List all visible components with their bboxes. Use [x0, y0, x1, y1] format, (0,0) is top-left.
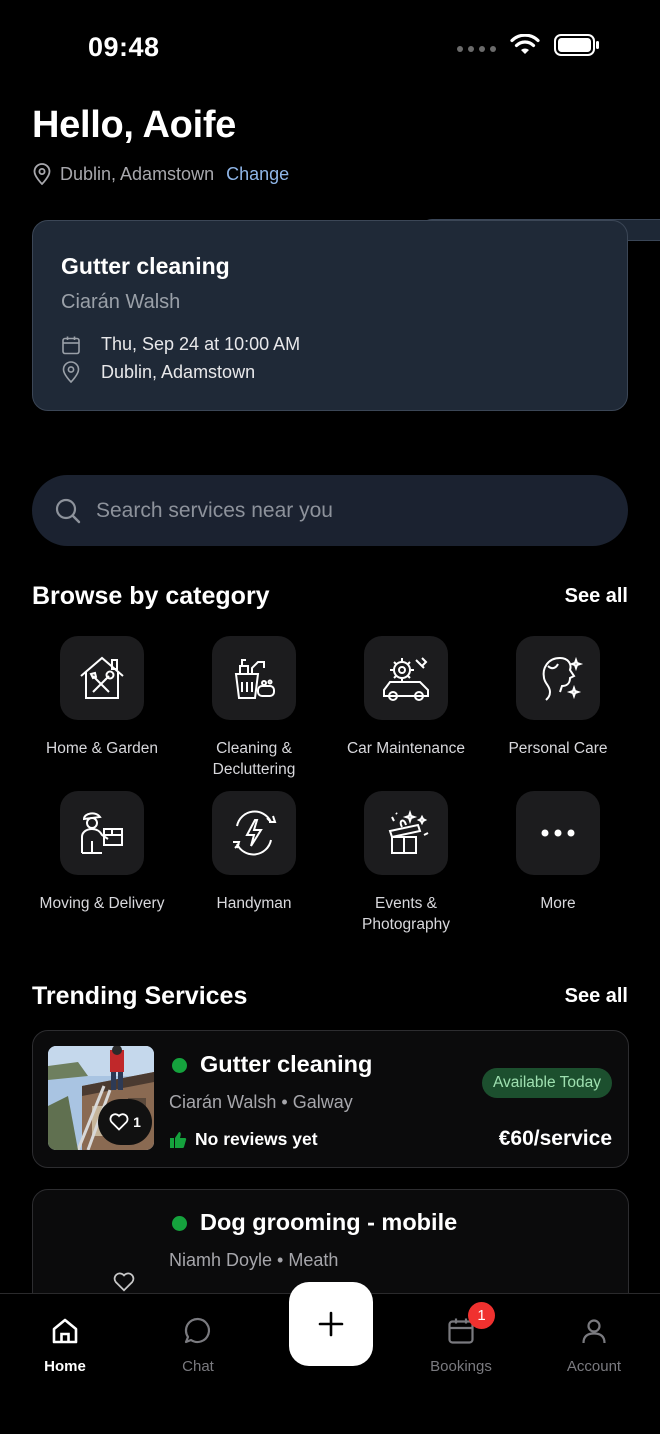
- nav-bookings[interactable]: 1 Bookings: [406, 1302, 516, 1375]
- nav-home[interactable]: Home: [10, 1314, 120, 1375]
- bookings-badge: 1: [468, 1302, 495, 1329]
- booking-datetime-row: Thu, Sep 24 at 10:00 AM: [61, 334, 300, 355]
- gift-celebration-icon: [388, 809, 429, 854]
- category-label: Handyman: [216, 895, 292, 912]
- trending-heading: Trending Services: [32, 982, 248, 1010]
- location-text: Dublin, Adamstown: [60, 163, 215, 184]
- service-title: Gutter cleaning: [200, 1051, 373, 1077]
- location-pin-icon: [62, 361, 80, 383]
- nav-chat-label: Chat: [182, 1358, 214, 1375]
- category-label: Personal Care: [508, 740, 608, 757]
- status-time: 09:48: [88, 32, 160, 62]
- booking-location: Dublin, Adamstown: [101, 361, 256, 382]
- delivery-person-icon: [81, 812, 123, 854]
- lightning-plug-icon: [233, 810, 277, 856]
- service-price: €60/service: [498, 1127, 612, 1150]
- category-label: More: [540, 895, 576, 912]
- nav-home-label: Home: [44, 1358, 86, 1375]
- search-placeholder: Search services near you: [96, 498, 333, 522]
- booking-service-title: Gutter cleaning: [61, 253, 230, 279]
- category-car-maintenance[interactable]: Car Maintenance: [330, 636, 482, 759]
- category-home-garden[interactable]: Home & Garden: [26, 636, 178, 759]
- cleaning-supplies-icon: [234, 659, 275, 699]
- booking-provider-name: Ciarán Walsh: [61, 291, 181, 313]
- favorite-button[interactable]: 1: [98, 1099, 152, 1145]
- service-title: Dog grooming - mobile: [200, 1209, 458, 1235]
- category-label: Events & Photography: [362, 895, 450, 933]
- wifi-icon: [510, 34, 540, 54]
- face-sparkle-icon: [542, 656, 584, 701]
- categories-see-all-link[interactable]: See all: [565, 585, 628, 608]
- booking-location-row: Dublin, Adamstown: [61, 361, 255, 383]
- ellipsis-icon: [541, 829, 575, 837]
- location-pin-icon: [33, 163, 51, 185]
- upcoming-booking-card[interactable]: Gutter cleaning Ciarán Walsh Thu, Sep 24…: [32, 220, 628, 411]
- heart-icon[interactable]: [113, 1272, 135, 1292]
- trending-see-all-link[interactable]: See all: [565, 985, 628, 1008]
- status-bar: 09:48: [0, 0, 660, 96]
- car-gear-icon: [383, 657, 429, 701]
- house-tools-icon: [80, 656, 124, 699]
- status-icons: [457, 34, 600, 56]
- service-provider: Ciarán Walsh • Galway: [169, 1092, 353, 1112]
- online-status-dot: [172, 1216, 187, 1231]
- category-label: Cleaning & Decluttering: [212, 740, 296, 778]
- search-icon: [55, 498, 81, 523]
- service-provider: Niamh Doyle • Meath: [169, 1250, 339, 1270]
- category-personal-care[interactable]: Personal Care: [482, 636, 634, 759]
- thumbs-up-icon: [170, 1131, 187, 1148]
- account-person-icon: [582, 1319, 606, 1344]
- nav-account-label: Account: [566, 1358, 622, 1375]
- plus-icon: [318, 1311, 344, 1337]
- category-handyman[interactable]: Handyman: [178, 791, 330, 914]
- online-status-dot: [172, 1058, 187, 1073]
- category-cleaning-decluttering[interactable]: Cleaning & Decluttering: [178, 636, 330, 780]
- change-location-link[interactable]: Change: [226, 164, 289, 185]
- categories-heading: Browse by category: [32, 582, 270, 610]
- favorite-count: 1: [133, 1114, 141, 1130]
- availability-badge: Available Today: [481, 1068, 612, 1098]
- category-label: Car Maintenance: [346, 740, 466, 757]
- chat-bubble-icon: [184, 1317, 211, 1344]
- add-request-button[interactable]: [289, 1282, 373, 1366]
- service-reviews: No reviews yet: [169, 1129, 318, 1150]
- calendar-icon: [62, 336, 80, 354]
- home-icon: [52, 1318, 78, 1344]
- booking-datetime: Thu, Sep 24 at 10:00 AM: [101, 334, 301, 354]
- category-moving-delivery[interactable]: Moving & Delivery: [26, 791, 178, 914]
- category-events-photography[interactable]: Events & Photography: [330, 791, 482, 935]
- category-more[interactable]: More: [482, 791, 634, 914]
- cellular-signal-icon: [457, 46, 496, 52]
- current-location: Dublin, Adamstown Change: [32, 163, 289, 185]
- battery-icon: [554, 34, 599, 56]
- nav-chat[interactable]: Chat: [143, 1314, 253, 1375]
- search-input[interactable]: Search services near you: [32, 475, 628, 546]
- category-label: Moving & Delivery: [39, 895, 165, 912]
- nav-account[interactable]: Account: [539, 1314, 649, 1375]
- heart-icon: [109, 1113, 129, 1131]
- greeting-title: Hello, Aoife: [32, 104, 237, 146]
- service-card[interactable]: 1 Gutter cleaning Ciarán Walsh • Galway …: [32, 1030, 629, 1168]
- nav-bookings-label: Bookings: [430, 1358, 492, 1375]
- category-label: Home & Garden: [46, 740, 158, 757]
